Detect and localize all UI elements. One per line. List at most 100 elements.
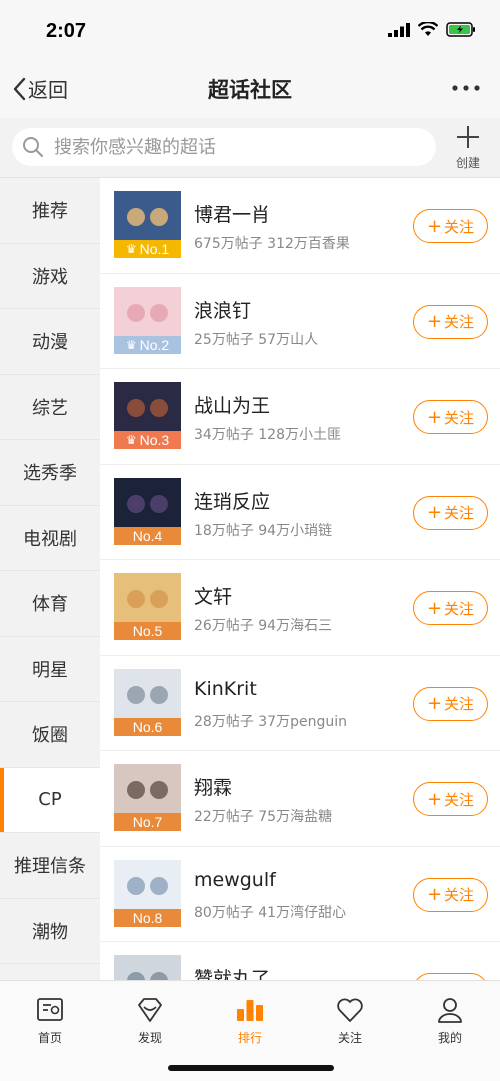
ranking-row[interactable]: No.8 mewgulf 80万帖子 41万湾仔甜心 + 关注 [100, 847, 500, 942]
topic-thumbnail: No.7 [114, 764, 181, 831]
rank-badge: ♛ No.3 [114, 431, 181, 449]
rank-badge: No.4 [114, 526, 181, 545]
sidebar-item-label: 推荐 [32, 201, 68, 223]
topic-thumbnail: ♛ No.1 [114, 191, 181, 258]
topic-name: 连琑反应 [194, 490, 271, 513]
plus-icon: + [426, 215, 443, 237]
topic-name: 文轩 [194, 586, 233, 608]
create-button[interactable]: 创建 [448, 124, 488, 174]
follow-label: 关注 [444, 599, 475, 618]
follow-label: 关注 [444, 408, 475, 427]
topic-thumbnail [114, 955, 181, 980]
follow-button[interactable]: + 关注 [413, 973, 488, 980]
rank-label: No.1 [139, 241, 170, 257]
crown-icon: ♛ [125, 433, 137, 447]
tab-discover[interactable]: 发现 [120, 995, 180, 1046]
follow-label: 关注 [444, 886, 475, 904]
topic-stats: 80万帖子 41万湾仔甜心 [194, 904, 347, 921]
plus-icon: + [426, 884, 443, 905]
tab-follow[interactable]: 关注 [320, 995, 380, 1046]
rank-label: No.5 [132, 623, 163, 639]
topic-name: 博君一肖 [194, 204, 271, 226]
tab-profile[interactable]: 我的 [420, 995, 480, 1046]
follow-button[interactable]: + 关注 [413, 304, 488, 339]
sidebar-item-trends[interactable]: 潮物 [0, 899, 100, 964]
topic-name: mewgulf [194, 868, 276, 891]
follow-button[interactable]: + 关注 [413, 209, 488, 243]
topic-stats: 28万帖子 37万penguin [194, 713, 347, 730]
follow-label: 关注 [444, 504, 475, 522]
sidebar-item-variety[interactable]: 综艺 [0, 375, 100, 440]
follow-button[interactable]: + 关注 [413, 686, 488, 721]
topic-thumbnail: No.6 [114, 668, 181, 736]
topic-thumbnail: ♛ No.2 [114, 286, 181, 354]
heart-icon [337, 998, 363, 1022]
tab-label: 首页 [37, 1031, 62, 1045]
plus-icon [457, 126, 479, 148]
create-label: 创建 [455, 156, 480, 170]
status-time: 2:07 [46, 20, 87, 42]
ranking-row[interactable]: ♛ No.2 浪浪钉 25万帖子 57万山人 + 关注 [100, 274, 500, 369]
ranking-list: ♛ No.1 博君一肖 675万帖子 312万百香果 + 关注 ♛ No.2 浪… [100, 178, 500, 980]
nav-bar: 返回 超话社区 [0, 60, 500, 118]
follow-button[interactable]: + 关注 [413, 495, 488, 530]
rank-badge: No.7 [114, 813, 181, 831]
sidebar-item-stars[interactable]: 明星 [0, 637, 100, 702]
home-icon [37, 998, 63, 1021]
follow-label: 关注 [444, 217, 475, 236]
search-input[interactable] [54, 128, 424, 166]
sidebar-item-cp[interactable]: CP [0, 767, 100, 833]
sidebar-item-label: 明星 [32, 659, 68, 681]
sidebar-item-reasoning[interactable]: 推理信条 [0, 833, 100, 899]
sidebar-item-label: CP [38, 789, 62, 811]
rank-label: No.2 [139, 336, 170, 353]
topic-image [114, 955, 181, 980]
tab-home[interactable]: 首页 [20, 995, 80, 1046]
ranking-row[interactable]: No.6 KinKrit 28万帖子 37万penguin + 关注 [100, 656, 500, 751]
sidebar-item-talent-show[interactable]: 选秀季 [0, 440, 100, 506]
follow-button[interactable]: + 关注 [413, 400, 488, 434]
follow-button[interactable]: + 关注 [413, 782, 488, 816]
sidebar-item-tv-series[interactable]: 电视剧 [0, 506, 100, 571]
ranking-row[interactable]: No.4 连琑反应 18万帖子 94万小琑链 + 关注 [100, 465, 500, 560]
follow-button[interactable]: + 关注 [413, 591, 488, 625]
plus-icon: + [426, 788, 443, 810]
sidebar-item-label: 选秀季 [23, 463, 77, 485]
sidebar-item-label: 饭圈 [32, 725, 68, 747]
ranking-row[interactable]: ♛ No.1 博君一肖 675万帖子 312万百香果 + 关注 [100, 178, 500, 274]
rank-badge: No.8 [114, 908, 181, 927]
rank-badge: No.5 [114, 622, 181, 640]
status-icons [388, 22, 476, 37]
rank-label: No.8 [132, 909, 163, 926]
sidebar-item-games[interactable]: 游戏 [0, 244, 100, 309]
ranking-row[interactable]: No.7 翔霖 22万帖子 75万海盐糖 + 关注 [100, 751, 500, 847]
ranking-row[interactable]: ♛ No.3 战山为王 34万帖子 128万小土匪 + 关注 [100, 369, 500, 465]
crown-icon: ♛ [125, 242, 137, 256]
follow-button[interactable]: + 关注 [413, 877, 488, 912]
sidebar-item-sports[interactable]: 体育 [0, 571, 100, 637]
sidebar-item-anime[interactable]: 动漫 [0, 309, 100, 375]
ranking-row[interactable]: 赞就丸了 + 关注 [100, 942, 500, 980]
more-button[interactable] [450, 76, 482, 100]
sidebar-item-fandom[interactable]: 饭圈 [0, 702, 100, 768]
profile-icon [438, 998, 462, 1023]
tab-ranking[interactable]: 排行 [220, 995, 280, 1046]
page-title: 超话社区 [208, 78, 292, 102]
sidebar-item-label: 电视剧 [23, 528, 77, 550]
follow-label: 关注 [444, 313, 475, 331]
rank-label: No.3 [139, 432, 170, 448]
plus-icon: + [426, 311, 443, 332]
topic-name: 战山为王 [194, 395, 271, 417]
plus-icon: + [426, 406, 443, 428]
sidebar-item-recommend[interactable]: 推荐 [0, 178, 100, 244]
search-box[interactable] [12, 128, 436, 166]
sidebar-item-label: 体育 [32, 594, 68, 616]
ranking-row[interactable]: No.5 文轩 26万帖子 94万海石三 + 关注 [100, 560, 500, 656]
rank-label: No.7 [132, 814, 163, 830]
topic-thumbnail: No.8 [114, 859, 181, 927]
tab-label: 排行 [237, 1031, 262, 1045]
topic-stats: 34万帖子 128万小土匪 [194, 427, 341, 443]
follow-label: 关注 [444, 790, 475, 809]
rank-label: No.4 [132, 527, 163, 544]
topic-thumbnail: No.4 [114, 477, 181, 545]
